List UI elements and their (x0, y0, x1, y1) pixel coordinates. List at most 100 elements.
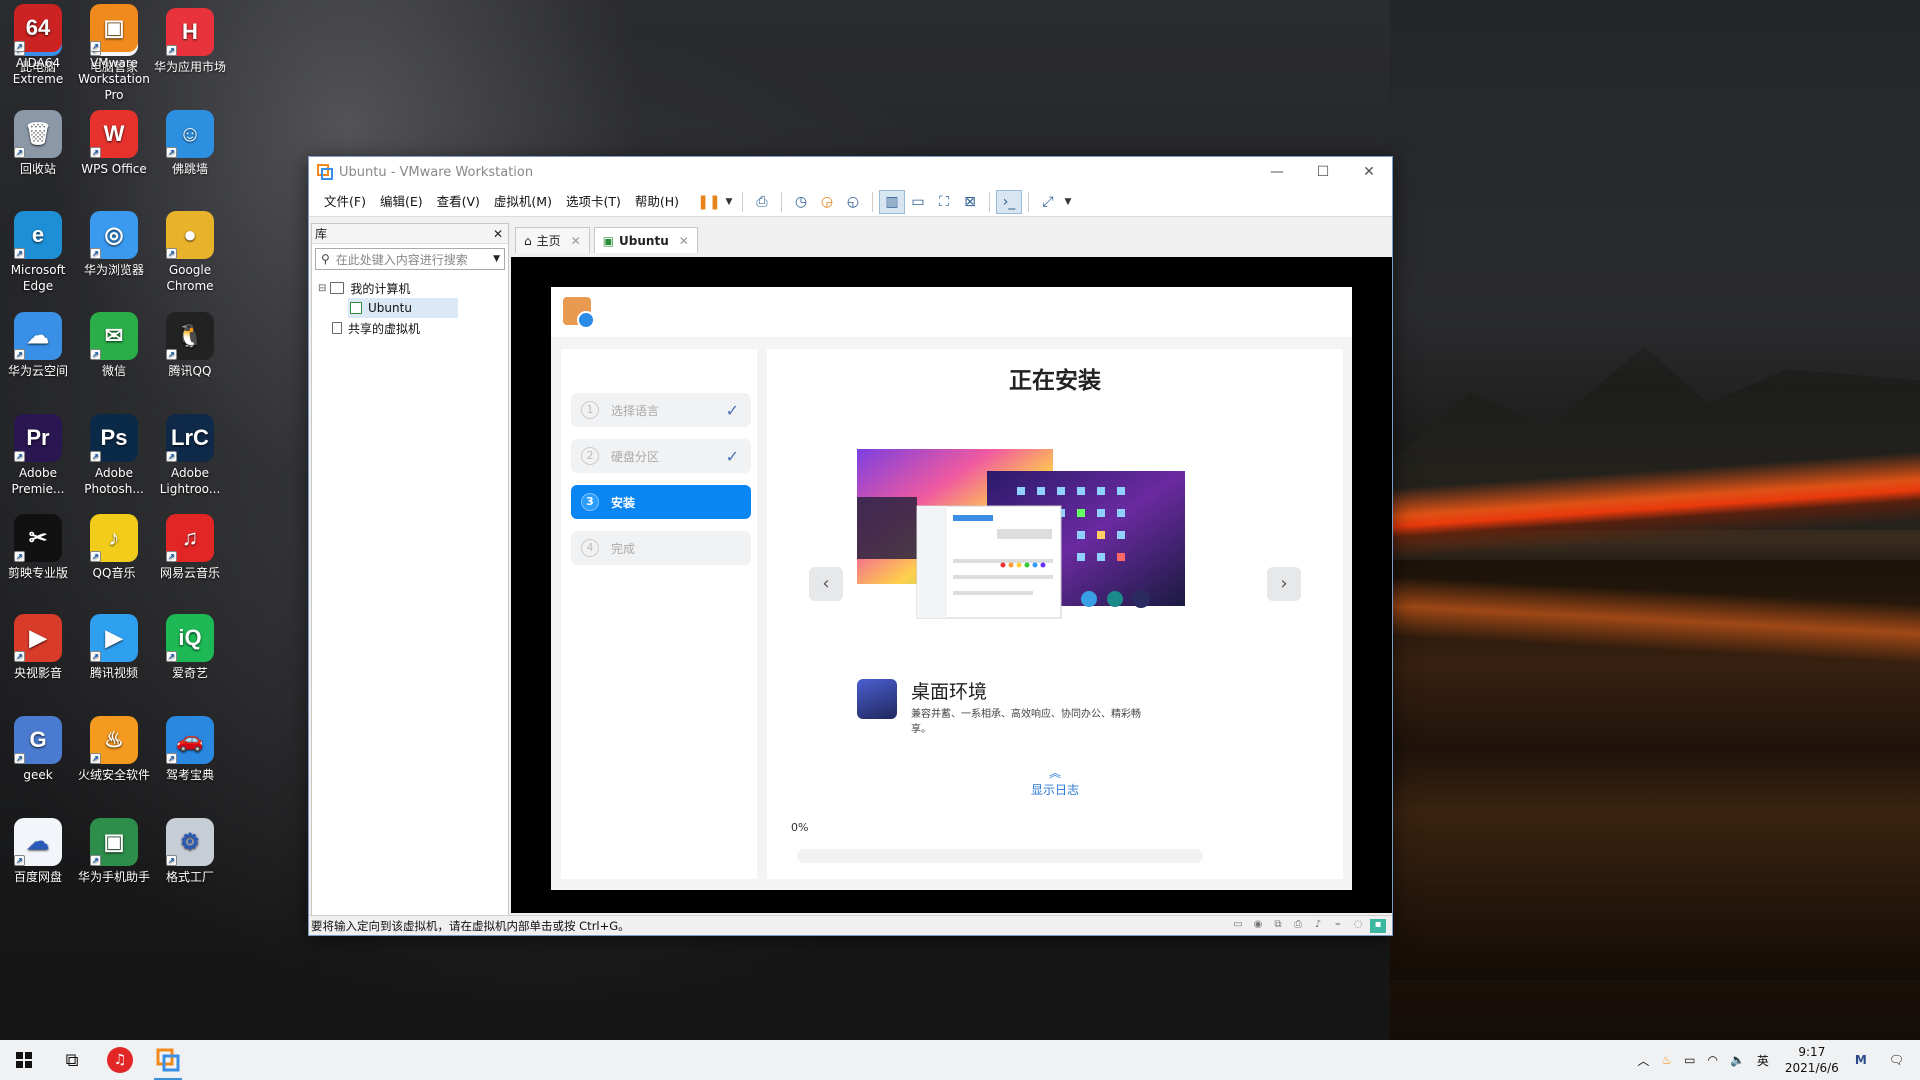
close-icon[interactable]: ✕ (571, 234, 581, 248)
huorong-icon: ♨ ↗ (90, 716, 138, 764)
shortcut-arrow-icon: ↗ (166, 248, 177, 259)
desktop-icon-jianying[interactable]: ✂ ↗ 剪映专业版 (0, 510, 76, 581)
thumbnail-bar-icon[interactable]: ▭ (905, 190, 931, 214)
title-bar[interactable]: Ubuntu - VMware Workstation — ☐ ✕ (309, 157, 1392, 187)
maximize-icon[interactable]: ☐ (1300, 157, 1346, 187)
task-view-button[interactable]: ⧉ (48, 1040, 96, 1080)
send-ctrl-alt-del-icon[interactable]: ⎙ (749, 190, 775, 214)
desktop-icon-fotiaoqiang[interactable]: ☺ ↗ 佛跳墙 (152, 106, 228, 177)
desktop-icon-qq-music[interactable]: ♪ ↗ QQ音乐 (76, 510, 152, 581)
message-log-icon[interactable]: ▪ (1370, 918, 1386, 933)
collapse-icon[interactable]: ⊟ (318, 283, 326, 294)
console-view-icon[interactable]: ›_ (996, 189, 1023, 214)
chevron-down-icon[interactable]: ▼ (722, 190, 736, 214)
desktop-icon-huorong[interactable]: ♨ ↗ 火绒安全软件 (76, 712, 152, 783)
show-library-icon[interactable]: ▥ (879, 189, 906, 214)
clock-time: 9:17 (1798, 1045, 1826, 1059)
usb-icon[interactable]: ⌁ (1330, 919, 1346, 933)
clock[interactable]: 9:17 2021/6/6 (1775, 1044, 1849, 1076)
close-library-icon[interactable]: ✕ (493, 227, 503, 241)
tree-item-my-computer[interactable]: ⊟ 我的计算机 (318, 278, 502, 298)
taskbar-netease-music[interactable]: ♫ (96, 1040, 144, 1080)
desktop-icon-vmware[interactable]: ▣ ↗ VMware Workstation Pro (76, 0, 152, 103)
desktop-icon-premiere[interactable]: Pr ↗ Adobe Premie... (0, 410, 76, 497)
desktop-icon-chrome[interactable]: ● ↗ Google Chrome (152, 207, 228, 294)
wifi-icon[interactable]: ◠ (1701, 1053, 1723, 1067)
desktop-icon-label: Microsoft Edge (10, 263, 66, 293)
desktop-icon-wps-office[interactable]: W ↗ WPS Office (76, 106, 152, 177)
cd-dvd-icon[interactable]: ◉ (1250, 919, 1266, 933)
library-search-input[interactable]: ⚲ 在此处键入内容进行搜索 ▼ (315, 248, 505, 270)
next-slide-button[interactable]: › (1267, 567, 1301, 601)
desktop-icon-huawei-appgallery[interactable]: H ↗ 华为应用市场 (152, 4, 228, 75)
vm-console[interactable]: 1 选择语言 ✓ 2 硬盘分区 ✓ 3 安装 4 完成 正在安装 ‹ › 桌面环… (511, 257, 1392, 913)
hard-disk-icon[interactable]: ▭ (1230, 919, 1246, 933)
shortcut-arrow-icon: ↗ (90, 41, 101, 52)
jianying-icon: ✂ ↗ (14, 514, 62, 562)
close-icon[interactable]: ✕ (1346, 157, 1392, 187)
desktop-icon-wechat[interactable]: ✉ ↗ 微信 (76, 308, 152, 379)
desktop-icon-format-factory[interactable]: ⚙ ↗ 格式工厂 (152, 814, 228, 885)
snapshot-icon[interactable]: ◷ (788, 190, 814, 214)
chevron-down-icon[interactable]: ▼ (1061, 190, 1075, 214)
desktop-icon-iqiyi[interactable]: iQ ↗ 爱奇艺 (152, 610, 228, 681)
tree-item-ubuntu[interactable]: Ubuntu (348, 298, 458, 318)
desktop-icon-jiakao[interactable]: 🚗 ↗ 驾考宝典 (152, 712, 228, 783)
desktop-icon-geek[interactable]: G ↗ geek (0, 712, 76, 783)
iqiyi-icon: iQ ↗ (166, 614, 214, 662)
show-hidden-icons-icon[interactable]: ︿ (1631, 1052, 1655, 1069)
chevron-up-icon: ︽ (1048, 766, 1061, 780)
network-adapter-icon[interactable]: ⧉ (1270, 919, 1286, 933)
desktop-icon-tencent-video[interactable]: ▶ ↗ 腾讯视频 (76, 610, 152, 681)
desktop-icon-huawei-browser[interactable]: ◎ ↗ 华为浏览器 (76, 207, 152, 278)
pause-icon[interactable]: ❚❚ (696, 190, 722, 214)
desktop-icon-huawei-cloud[interactable]: ☁ ↗ 华为云空间 (0, 308, 76, 379)
desktop-icon-huawei-phone-assistant[interactable]: ▣ ↗ 华为手机助手 (76, 814, 152, 885)
menu-file[interactable]: 文件(F) (317, 190, 373, 214)
menu-edit[interactable]: 编辑(E) (373, 190, 430, 214)
menu-vm[interactable]: 虚拟机(M) (487, 190, 559, 214)
tab-ubuntu[interactable]: ▣ Ubuntu ✕ (593, 227, 698, 253)
show-log-link[interactable]: ︽ 显示日志 (767, 764, 1343, 798)
notification-center-icon[interactable]: 🗨 (1873, 1053, 1920, 1067)
desktop-icon-netease-music[interactable]: ♫ ↗ 网易云音乐 (152, 510, 228, 581)
desktop-icon-label: 格式工厂 (165, 870, 214, 884)
sound-card-icon[interactable]: ♪ (1310, 919, 1326, 933)
menu-tabs[interactable]: 选项卡(T) (559, 190, 628, 214)
desktop-icon-recycle-bin[interactable]: 🗑 ↗ 回收站 (0, 106, 76, 177)
revert-snapshot-icon[interactable]: ◶ (814, 190, 840, 214)
desktop-icon-edge[interactable]: e ↗ Microsoft Edge (0, 207, 76, 294)
desktop-icon-aida64[interactable]: 64 ↗ AIDA64 Extreme (0, 0, 76, 87)
display-icon[interactable]: ◌ (1350, 919, 1366, 933)
desktop-icon-lightroom[interactable]: LrC ↗ Adobe Lightroo... (152, 410, 228, 497)
desktop-icon-cctv[interactable]: ▶ ↗ 央视影音 (0, 610, 76, 681)
shortcut-arrow-icon: ↗ (166, 855, 177, 866)
tab-home[interactable]: ⌂ 主页 ✕ (515, 227, 590, 253)
menu-help[interactable]: 帮助(H) (628, 190, 686, 214)
close-icon[interactable]: ✕ (679, 234, 689, 248)
unity-icon[interactable]: ⊠ (957, 190, 983, 214)
desktop-icon-qq[interactable]: 🐧 ↗ 腾讯QQ (152, 308, 228, 379)
taskbar-vmware[interactable] (144, 1040, 192, 1080)
full-screen-icon[interactable]: ⛶ (931, 190, 957, 214)
shortcut-arrow-icon: ↗ (14, 855, 25, 866)
volume-icon[interactable]: 🔈 (1724, 1053, 1751, 1067)
start-button[interactable] (0, 1040, 48, 1080)
huorong-tray-icon[interactable]: ♨ (1655, 1053, 1678, 1067)
vmware-window[interactable]: Ubuntu - VMware Workstation — ☐ ✕ 文件(F) … (308, 156, 1393, 936)
desktop-icon-baidu-netdisk[interactable]: ☁ ↗ 百度网盘 (0, 814, 76, 885)
snapshot-manager-icon[interactable]: ◵ (840, 190, 866, 214)
pc-manager-tray-icon[interactable]: M (1849, 1053, 1873, 1067)
input-method-indicator[interactable]: 英 (1751, 1052, 1775, 1069)
minimize-icon[interactable]: — (1254, 157, 1300, 187)
chevron-down-icon[interactable]: ▼ (493, 254, 500, 264)
battery-icon[interactable]: ▭ (1678, 1053, 1701, 1067)
stretch-guest-icon[interactable]: ⤢ (1035, 190, 1061, 214)
baidu-netdisk-icon: ☁ ↗ (14, 818, 62, 866)
desktop-icon-label: 腾讯QQ (168, 364, 212, 378)
prev-slide-button[interactable]: ‹ (809, 567, 843, 601)
desktop-icon-photoshop[interactable]: Ps ↗ Adobe Photosh... (76, 410, 152, 497)
printer-icon[interactable]: ⎙ (1290, 919, 1306, 933)
menu-view[interactable]: 查看(V) (430, 190, 487, 214)
tree-item-shared-vms[interactable]: 共享的虚拟机 (332, 318, 502, 338)
